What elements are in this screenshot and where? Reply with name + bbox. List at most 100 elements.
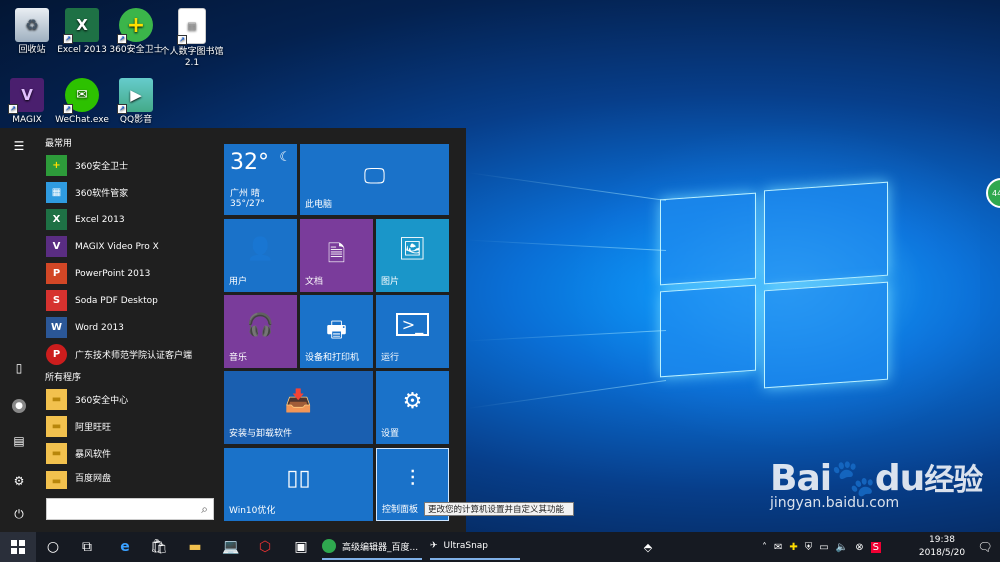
store-icon[interactable]: 🛍 <box>144 532 174 562</box>
clock-time: 19:38 <box>929 535 955 545</box>
start-menu: ☰ ▯ ● ▤ ⚙ ⏻ 最常用 +360安全卫士 ▦ 360软件管家 X Excel… <box>0 128 466 532</box>
network-drive-icon[interactable]: ⬘ <box>636 532 660 562</box>
baidu-jingyan-watermark: Bai🐾du经验 jingyan.baidu.com <box>770 458 983 511</box>
most-used-header: 最常用 <box>45 139 73 149</box>
file-explorer-icon[interactable]: ▤ <box>11 433 27 449</box>
remote-desktop-icon[interactable]: 💻 <box>216 532 246 562</box>
360-security-icon: + ↗ <box>117 8 153 44</box>
all-programs-header: 所有程序 <box>45 373 82 383</box>
task-browser-editor[interactable]: 高级编辑器_百度... <box>322 534 422 560</box>
word-icon: W <box>46 317 67 338</box>
tile-install-uninstall[interactable]: 📥 安装与卸载软件 <box>224 371 373 444</box>
app-magix-video-pro[interactable]: V MAGIX Video Pro X <box>38 233 218 260</box>
close-circle-icon[interactable]: ⊗ <box>855 542 863 553</box>
app-360-security[interactable]: +360安全卫士 <box>38 152 218 179</box>
cortana-search-icon[interactable]: ○ <box>38 532 68 562</box>
app-word[interactable]: W Word 2013 <box>38 314 218 341</box>
battery-icon[interactable]: ▭ <box>819 542 828 553</box>
weather-range: 35°/27° <box>230 199 265 209</box>
app-powerpoint[interactable]: P PowerPoint 2013 <box>38 260 218 287</box>
tablet-mode-icon[interactable]: ▯ <box>11 360 27 376</box>
360-security-icon: + <box>46 155 67 176</box>
screenshot-app-icon[interactable]: ▣ <box>286 532 316 562</box>
360-browser-icon <box>322 539 336 553</box>
excel-icon: X ↗ <box>63 8 99 44</box>
ultrasnap-icon: ✈ <box>430 541 438 551</box>
app-soda-pdf[interactable]: S Soda PDF Desktop <box>38 287 218 314</box>
auth-client-icon: P <box>46 344 67 365</box>
search-box[interactable]: ⌕ <box>46 498 214 520</box>
desktop-icon-qq-player[interactable]: ▶ ↗ QQ影音 <box>104 78 168 126</box>
printer-icon: 🖶 <box>326 318 347 343</box>
windows-logo-icon <box>11 540 25 554</box>
magix-icon: V <box>46 236 67 257</box>
tile-pictures[interactable]: 🖼 图片 <box>376 219 449 292</box>
sliders-icon: ⫶ <box>409 467 416 492</box>
magix-icon: V ↗ <box>8 78 44 114</box>
desktop-icon-360[interactable]: + ↗ 360安全卫士 <box>104 8 168 56</box>
tile-weather[interactable]: 32° ☾ 广州 晴 35°/27° <box>224 144 297 215</box>
picture-icon: 🖼 <box>398 237 427 262</box>
search-icon: ⌕ <box>201 502 208 516</box>
settings-gear-icon[interactable]: ⚙ <box>11 473 27 489</box>
moon-icon: ☾ <box>279 150 291 165</box>
tile-devices-printers[interactable]: 🖶 设备和打印机 <box>300 295 373 368</box>
wechat-tray-icon[interactable]: ✉ <box>774 542 782 553</box>
folder-icon: ▬ <box>46 443 67 464</box>
soda-pdf-icon: S <box>46 290 67 311</box>
hamburger-menu-icon[interactable]: ☰ <box>11 138 27 154</box>
app-list: 最常用 +360安全卫士 ▦ 360软件管家 X Excel 2013 V MAGIX… <box>38 136 218 489</box>
taskbar: ○ ⧉ e 🛍 ▬ 💻 ⬡ ▣ 高级编辑器_百度... ✈ UltraSnap … <box>0 532 1000 562</box>
360-tray-icon[interactable]: ✚ <box>789 542 797 553</box>
pdf-app-icon[interactable]: ⬡ <box>250 532 280 562</box>
edge-browser-icon[interactable]: e <box>110 532 140 562</box>
tray-expand-icon[interactable]: ˄ <box>762 542 767 553</box>
recycle-bin-icon: ♻ <box>15 8 49 42</box>
action-center-icon[interactable]: 🗨 <box>972 532 998 562</box>
tile-music[interactable]: 🎧 音乐 <box>224 295 297 368</box>
tile-win10-optimize[interactable]: ▯▯ Win10优化 <box>224 448 373 521</box>
system-tray: ˄ ✉ ✚ ⛨ ▭ 🔈 ⊗ S <box>762 532 912 562</box>
task-view-icon[interactable]: ⧉ <box>72 532 102 562</box>
volume-icon[interactable]: 🔈 <box>836 542 848 553</box>
run-icon: >_ <box>376 313 449 336</box>
tile-documents[interactable]: 🗎 文档 <box>300 219 373 292</box>
weather-city: 广州 晴 <box>230 189 260 199</box>
folder-360-center[interactable]: ▬ 360安全中心 <box>38 386 218 413</box>
app-auth-client[interactable]: P 广东技术师范学院认证客户端 <box>38 341 218 368</box>
tile-settings[interactable]: ⚙ 设置 <box>376 371 449 444</box>
clock-date: 2018/5/20 <box>918 548 966 558</box>
app-excel[interactable]: X Excel 2013 <box>38 206 218 233</box>
document-icon: 🗎 <box>327 242 346 267</box>
tile-run[interactable]: >_ 运行 <box>376 295 449 368</box>
optimize-icon: ▯▯ <box>286 466 311 491</box>
gear-icon: ⚙ <box>402 389 423 414</box>
monitor-icon: 🖵 <box>363 164 386 189</box>
file-icon: ▤ ↗ <box>177 8 206 45</box>
wechat-icon: ✉ ↗ <box>63 78 99 114</box>
folder-aliwangwang[interactable]: ▬ 阿里旺旺 <box>38 413 218 440</box>
excel-icon: X <box>46 209 67 230</box>
tile-this-pc[interactable]: 🖵 此电脑 <box>300 144 449 215</box>
headphones-icon: 🎧 <box>246 313 275 338</box>
weather-temperature: 32° <box>230 150 269 175</box>
app-360-software-manager[interactable]: ▦ 360软件管家 <box>38 179 218 206</box>
start-button[interactable] <box>0 532 36 562</box>
desktop-icon-digital-library[interactable]: ▤ ↗ 个人数字图书馆2.1 <box>160 8 224 69</box>
user-icon: 👤 <box>246 237 275 262</box>
folder-baofeng[interactable]: ▬ 暴风软件 <box>38 440 218 467</box>
powerpoint-icon: P <box>46 263 67 284</box>
clock[interactable]: 19:38 2018/5/20 <box>914 532 970 562</box>
tile-user[interactable]: 👤 用户 <box>224 219 297 292</box>
start-rail: ☰ ▯ ● ▤ ⚙ ⏻ <box>0 128 38 532</box>
security-shield-icon[interactable]: ⛨ <box>805 542 813 553</box>
file-explorer-taskbar-icon[interactable]: ▬ <box>180 532 210 562</box>
input-method-icon[interactable]: S <box>870 541 881 553</box>
download-box-icon: 📥 <box>284 389 313 414</box>
power-icon[interactable]: ⏻ <box>11 506 27 522</box>
user-account-icon[interactable]: ● <box>11 396 27 413</box>
task-ultrasnap[interactable]: ✈ UltraSnap <box>430 534 520 560</box>
folder-icon: ▬ <box>46 389 67 410</box>
folder-baidu-netdisk[interactable]: ▬ 百度网盘 <box>38 467 218 489</box>
paw-icon: 🐾 <box>831 458 876 499</box>
